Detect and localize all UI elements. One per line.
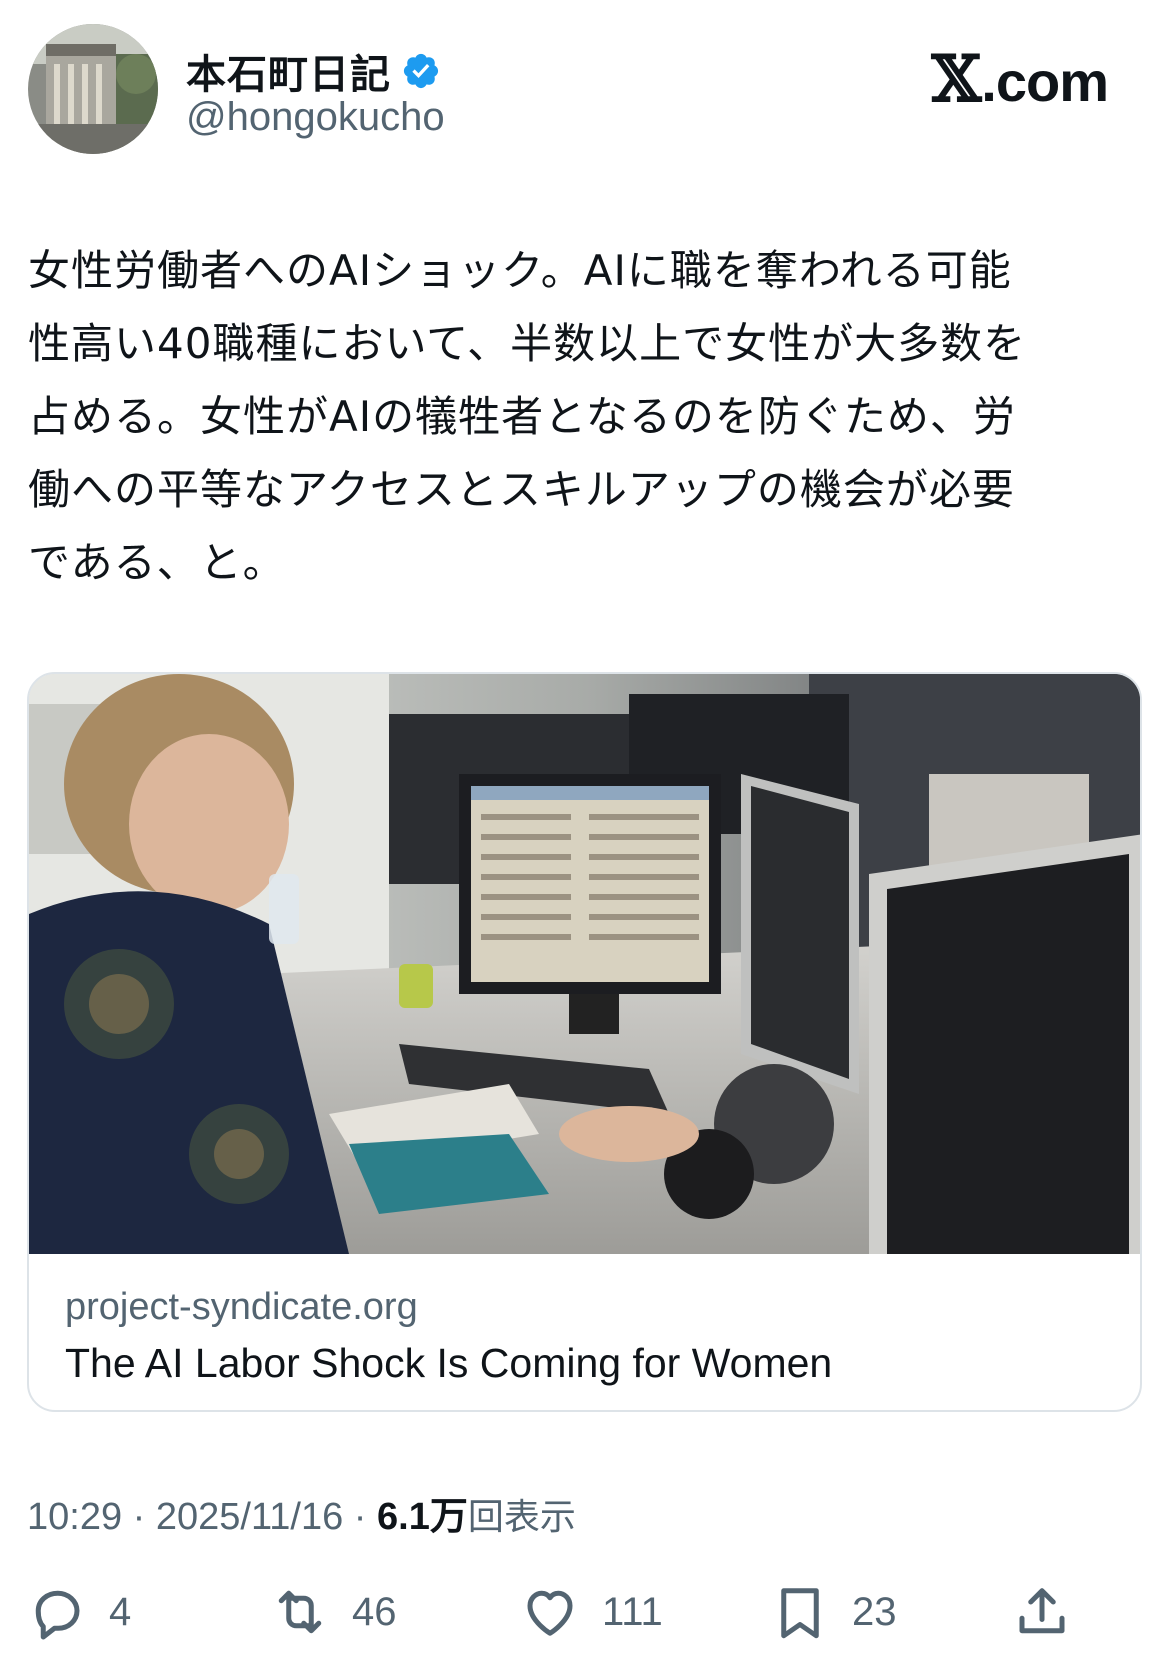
card-domain: project-syndicate.org — [65, 1286, 418, 1328]
retweet-icon — [278, 1590, 322, 1634]
like-count: 111 — [602, 1589, 663, 1634]
card-title: The AI Labor Shock Is Coming for Women — [65, 1340, 833, 1386]
author-display-name[interactable]: 本石町日記 — [186, 42, 391, 100]
retweet-button[interactable]: 46 — [270, 1572, 397, 1652]
link-card[interactable]: project-syndicate.org The AI Labor Shock… — [27, 672, 1142, 1412]
views-count[interactable]: 6.1万 — [377, 1485, 468, 1540]
tweet-date[interactable]: 2025/11/16 — [156, 1496, 343, 1539]
share-icon — [1019, 1588, 1065, 1634]
like-button[interactable]: 111 — [520, 1572, 663, 1652]
meta-separator: · — [343, 1496, 378, 1538]
bookmark-button[interactable]: 23 — [770, 1572, 897, 1652]
share-button[interactable] — [1012, 1572, 1072, 1652]
reply-button[interactable]: 4 — [27, 1572, 131, 1652]
bookmark-icon — [781, 1588, 819, 1639]
card-image[interactable] — [29, 674, 1140, 1254]
avatar[interactable] — [28, 24, 158, 154]
bookmark-count: 23 — [852, 1589, 897, 1634]
views-label: 回表示 — [467, 1497, 576, 1538]
meta-separator: · — [122, 1496, 156, 1538]
heart-icon — [527, 1590, 573, 1636]
reply-icon — [35, 1590, 80, 1640]
tweet-text: 女性労働者へのAIショック。AIに職を奪われる可能 性高い40職種において、半数… — [28, 246, 1027, 587]
tweet-meta: 10:29 · 2025/11/16 · 6.1万 回表示 — [27, 1485, 576, 1540]
author-name-row[interactable]: 本石町日記 — [186, 42, 441, 100]
author-handle[interactable]: @hongokucho — [186, 95, 445, 140]
reply-count: 4 — [109, 1589, 132, 1634]
verified-badge-icon — [403, 53, 439, 89]
tweet-time[interactable]: 10:29 — [27, 1496, 122, 1539]
retweet-count: 46 — [352, 1589, 397, 1634]
x-com-logo: 𝕏 .com — [931, 42, 1109, 117]
action-bar: 4 46 111 23 — [0, 1572, 1170, 1652]
tweet-header: 本石町日記 @hongokucho 𝕏 .com — [28, 22, 1142, 162]
x-logo-icon: 𝕏 — [931, 42, 982, 117]
brand-domain: .com — [981, 50, 1109, 113]
